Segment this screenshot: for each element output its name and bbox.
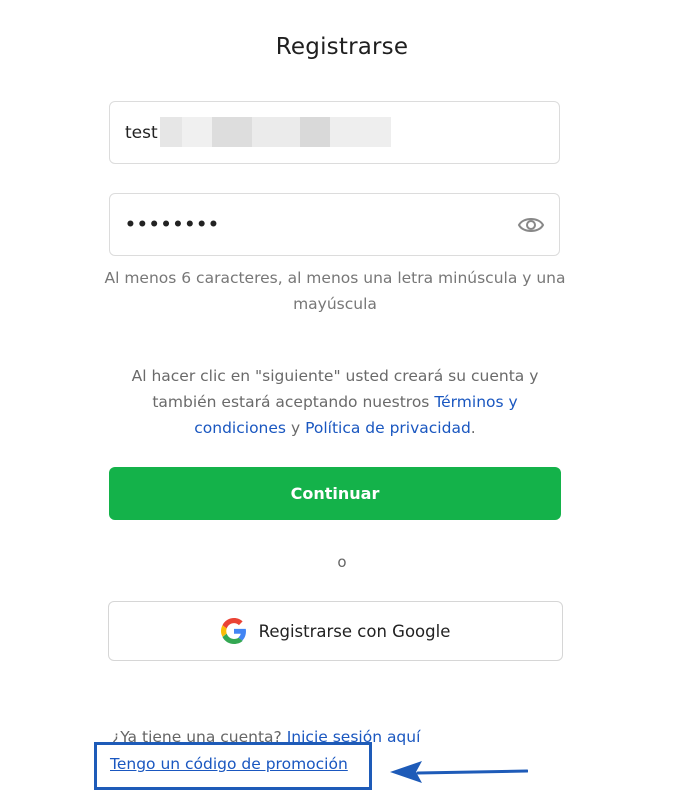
email-value: test <box>125 123 158 143</box>
continue-button[interactable]: Continuar <box>109 467 561 520</box>
privacy-link[interactable]: Política de privacidad <box>305 419 471 437</box>
password-hint: Al menos 6 caracteres, al menos una letr… <box>104 269 566 313</box>
terms-suffix: . <box>470 419 476 437</box>
terms-notice: Al hacer clic en "siguiente" usted crear… <box>120 363 550 441</box>
promo-highlight-box: Tengo un código de promoción <box>94 742 372 790</box>
password-value: •••••••• <box>125 215 220 235</box>
password-field[interactable]: •••••••• <box>109 193 560 256</box>
google-button-label: Registrarse con Google <box>258 621 451 641</box>
google-icon <box>220 618 246 644</box>
email-field[interactable]: test <box>109 101 560 164</box>
redacted-text-blur <box>160 117 391 147</box>
google-signup-button[interactable]: Registrarse con Google <box>108 601 563 661</box>
eye-icon[interactable] <box>517 214 545 236</box>
terms-connector: y <box>290 419 301 437</box>
page-title: Registrarse <box>275 34 409 60</box>
arrow-left-icon <box>390 761 528 783</box>
promo-code-link[interactable]: Tengo un código de promoción <box>110 755 348 773</box>
or-separator: o <box>337 553 347 571</box>
